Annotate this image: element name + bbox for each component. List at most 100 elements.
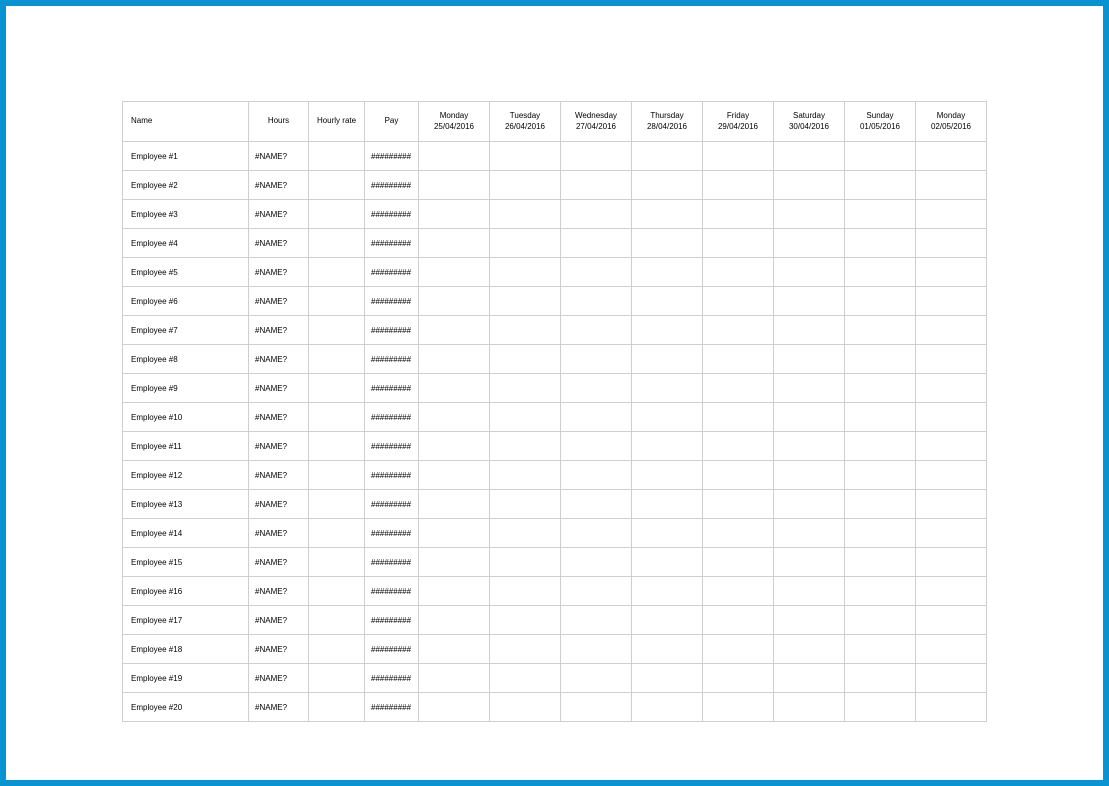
cell-pay[interactable]: #########	[365, 374, 419, 403]
cell-day[interactable]	[845, 258, 916, 287]
cell-day[interactable]	[561, 316, 632, 345]
cell-day[interactable]	[916, 403, 987, 432]
cell-day[interactable]	[845, 693, 916, 722]
cell-day[interactable]	[632, 316, 703, 345]
cell-hours[interactable]: #NAME?	[249, 142, 309, 171]
cell-day[interactable]	[845, 635, 916, 664]
cell-day[interactable]	[490, 258, 561, 287]
cell-pay[interactable]: #########	[365, 490, 419, 519]
cell-day[interactable]	[916, 693, 987, 722]
cell-hours[interactable]: #NAME?	[249, 635, 309, 664]
cell-day[interactable]	[774, 200, 845, 229]
cell-day[interactable]	[774, 171, 845, 200]
cell-pay[interactable]: #########	[365, 345, 419, 374]
cell-day[interactable]	[419, 606, 490, 635]
cell-day[interactable]	[490, 548, 561, 577]
cell-day[interactable]	[916, 258, 987, 287]
cell-hours[interactable]: #NAME?	[249, 461, 309, 490]
cell-name[interactable]: Employee #4	[123, 229, 249, 258]
cell-day[interactable]	[845, 374, 916, 403]
cell-day[interactable]	[703, 635, 774, 664]
cell-name[interactable]: Employee #12	[123, 461, 249, 490]
cell-day[interactable]	[703, 316, 774, 345]
cell-day[interactable]	[419, 577, 490, 606]
cell-day[interactable]	[561, 693, 632, 722]
cell-day[interactable]	[490, 316, 561, 345]
cell-day[interactable]	[632, 548, 703, 577]
cell-rate[interactable]	[309, 548, 365, 577]
cell-day[interactable]	[703, 374, 774, 403]
cell-pay[interactable]: #########	[365, 432, 419, 461]
cell-day[interactable]	[561, 403, 632, 432]
cell-rate[interactable]	[309, 345, 365, 374]
cell-pay[interactable]: #########	[365, 403, 419, 432]
cell-day[interactable]	[703, 171, 774, 200]
cell-day[interactable]	[419, 229, 490, 258]
cell-rate[interactable]	[309, 490, 365, 519]
cell-day[interactable]	[490, 461, 561, 490]
cell-day[interactable]	[490, 519, 561, 548]
cell-day[interactable]	[632, 345, 703, 374]
cell-day[interactable]	[419, 461, 490, 490]
cell-day[interactable]	[419, 519, 490, 548]
cell-rate[interactable]	[309, 316, 365, 345]
cell-rate[interactable]	[309, 519, 365, 548]
cell-day[interactable]	[419, 374, 490, 403]
cell-rate[interactable]	[309, 171, 365, 200]
cell-day[interactable]	[845, 606, 916, 635]
cell-name[interactable]: Employee #19	[123, 664, 249, 693]
cell-day[interactable]	[561, 519, 632, 548]
cell-day[interactable]	[845, 142, 916, 171]
cell-name[interactable]: Employee #18	[123, 635, 249, 664]
cell-day[interactable]	[632, 577, 703, 606]
cell-day[interactable]	[916, 374, 987, 403]
cell-day[interactable]	[916, 316, 987, 345]
cell-name[interactable]: Employee #11	[123, 432, 249, 461]
cell-day[interactable]	[703, 432, 774, 461]
cell-day[interactable]	[561, 374, 632, 403]
cell-hours[interactable]: #NAME?	[249, 171, 309, 200]
cell-day[interactable]	[490, 664, 561, 693]
cell-day[interactable]	[774, 374, 845, 403]
cell-name[interactable]: Employee #8	[123, 345, 249, 374]
cell-name[interactable]: Employee #9	[123, 374, 249, 403]
cell-day[interactable]	[490, 142, 561, 171]
cell-day[interactable]	[632, 461, 703, 490]
cell-day[interactable]	[419, 345, 490, 374]
cell-pay[interactable]: #########	[365, 229, 419, 258]
cell-day[interactable]	[916, 490, 987, 519]
cell-day[interactable]	[774, 316, 845, 345]
cell-day[interactable]	[703, 693, 774, 722]
cell-pay[interactable]: #########	[365, 200, 419, 229]
cell-day[interactable]	[703, 548, 774, 577]
cell-day[interactable]	[774, 461, 845, 490]
cell-pay[interactable]: #########	[365, 693, 419, 722]
cell-name[interactable]: Employee #3	[123, 200, 249, 229]
cell-hours[interactable]: #NAME?	[249, 258, 309, 287]
cell-rate[interactable]	[309, 142, 365, 171]
cell-day[interactable]	[916, 577, 987, 606]
cell-day[interactable]	[774, 403, 845, 432]
cell-day[interactable]	[561, 258, 632, 287]
cell-name[interactable]: Employee #2	[123, 171, 249, 200]
cell-day[interactable]	[419, 664, 490, 693]
cell-day[interactable]	[561, 577, 632, 606]
cell-day[interactable]	[561, 229, 632, 258]
cell-pay[interactable]: #########	[365, 258, 419, 287]
cell-day[interactable]	[561, 606, 632, 635]
cell-day[interactable]	[774, 606, 845, 635]
cell-day[interactable]	[632, 519, 703, 548]
cell-name[interactable]: Employee #15	[123, 548, 249, 577]
cell-day[interactable]	[703, 461, 774, 490]
cell-day[interactable]	[845, 200, 916, 229]
cell-hours[interactable]: #NAME?	[249, 432, 309, 461]
cell-pay[interactable]: #########	[365, 664, 419, 693]
cell-day[interactable]	[774, 287, 845, 316]
cell-day[interactable]	[703, 490, 774, 519]
cell-name[interactable]: Employee #7	[123, 316, 249, 345]
cell-rate[interactable]	[309, 200, 365, 229]
cell-name[interactable]: Employee #10	[123, 403, 249, 432]
cell-day[interactable]	[774, 490, 845, 519]
cell-day[interactable]	[419, 200, 490, 229]
cell-day[interactable]	[632, 635, 703, 664]
